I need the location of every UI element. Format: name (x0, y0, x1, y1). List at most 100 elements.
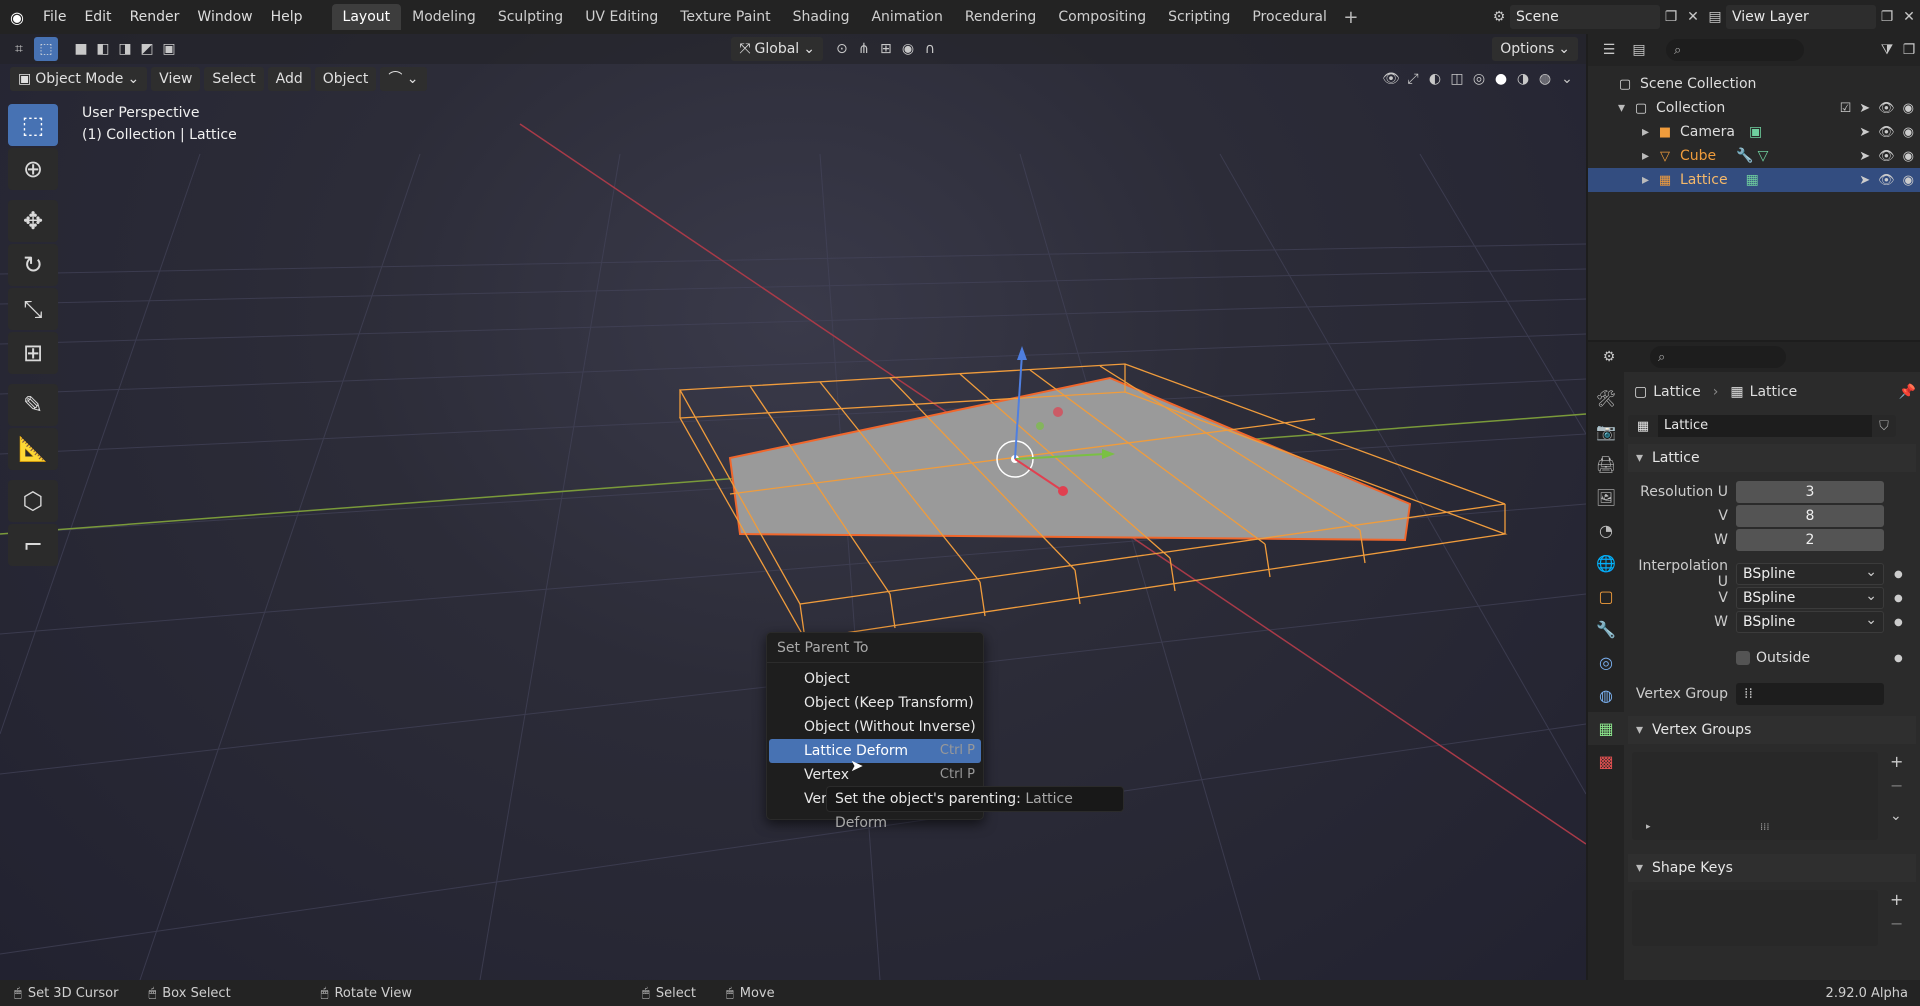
expand-arrow-icon[interactable]: ▸ (1646, 822, 1651, 832)
pin-icon[interactable]: 📌 (1899, 384, 1916, 400)
tab-object-icon[interactable]: ▢ (1588, 580, 1624, 613)
keyframe-dot-icon[interactable]: ● (1894, 653, 1903, 664)
eye-icon[interactable]: 👁 (1878, 101, 1895, 116)
camera-render-icon[interactable]: ◉ (1903, 125, 1914, 140)
eye-icon[interactable]: 👁 (1878, 173, 1895, 188)
overlay-toggle-icon[interactable]: ◐ (1424, 68, 1446, 90)
shading-options-icon[interactable]: ⌄ (1556, 68, 1578, 90)
transform-tool-icon[interactable]: ⊞ (8, 332, 58, 374)
tab-texture-paint[interactable]: Texture Paint (669, 4, 781, 30)
list-resize-handle-icon[interactable]: ⁞⁞⁞ (1760, 822, 1770, 833)
menu-help[interactable]: Help (262, 4, 312, 30)
resolution-v-field[interactable]: 8 (1736, 505, 1884, 527)
panel-shape-keys-header[interactable]: Shape Keys (1628, 854, 1916, 882)
checkbox-icon[interactable]: ☑ (1840, 101, 1852, 116)
camera-render-icon[interactable]: ◉ (1903, 101, 1914, 116)
scene-selector[interactable]: Scene (1510, 5, 1660, 29)
cube-mesh[interactable] (728, 376, 1412, 542)
lattice-data-icon[interactable]: ▦ (1746, 172, 1759, 188)
expand-arrow-icon[interactable]: ▸ (1642, 148, 1656, 164)
outside-checkbox[interactable] (1736, 651, 1750, 665)
expand-arrow-icon[interactable]: ▸ (1642, 124, 1656, 140)
add-cube-tool-icon[interactable]: ⬡ (8, 480, 58, 522)
new-view-layer-icon[interactable]: ❐ (1876, 6, 1898, 28)
add-vertex-group-icon[interactable]: + (1890, 752, 1903, 771)
menu-view[interactable]: View (151, 67, 201, 91)
menu-item-vertex[interactable]: Vertex Ctrl P (769, 763, 981, 787)
tab-particles-icon[interactable]: ◎ (1588, 646, 1624, 679)
editor-type-icon[interactable]: ☰ (1598, 39, 1620, 61)
keyframe-dot-icon[interactable]: ● (1894, 617, 1903, 628)
interpolation-w-dropdown[interactable]: BSpline (1736, 610, 1884, 633)
select-mode-invert-icon[interactable]: ◩ (136, 38, 158, 60)
editor-type-icon[interactable]: ⚙ (1598, 346, 1620, 368)
camera-render-icon[interactable]: ◉ (1903, 173, 1914, 188)
tab-physics-icon[interactable]: ◍ (1588, 679, 1624, 712)
tab-shading[interactable]: Shading (782, 4, 861, 30)
tab-uv-editing[interactable]: UV Editing (574, 4, 669, 30)
gizmo-options-icon[interactable]: ⌒ ⌄ (380, 67, 427, 91)
select-mode-subtract-icon[interactable]: ◨ (114, 38, 136, 60)
select-mode-extend-icon[interactable]: ◧ (92, 38, 114, 60)
solid-shading-icon[interactable]: ● (1490, 68, 1512, 90)
view-layer-icon[interactable]: ▤ (1704, 6, 1726, 28)
transform-orientation-dropdown[interactable]: ⤧ Global ⌄ (731, 37, 823, 61)
interpolation-v-dropdown[interactable]: BSpline (1736, 586, 1884, 609)
panel-vertex-groups-header[interactable]: Vertex Groups (1628, 716, 1916, 744)
select-box-tool-icon[interactable]: ⬚ (8, 104, 58, 146)
new-scene-icon[interactable]: ❐ (1660, 6, 1682, 28)
visibility-icon[interactable]: 👁 (1380, 68, 1402, 90)
panel-lattice-header[interactable]: Lattice (1628, 444, 1916, 472)
filter-icon[interactable]: ⧩ (1876, 39, 1898, 61)
outliner-scene-collection[interactable]: ▢ Scene Collection (1588, 72, 1920, 96)
tab-scripting[interactable]: Scripting (1157, 4, 1241, 30)
tab-layout[interactable]: Layout (331, 4, 402, 30)
tab-texture-icon[interactable]: ▩ (1588, 745, 1624, 778)
delete-view-layer-icon[interactable]: ✕ (1898, 6, 1920, 28)
wireframe-shading-icon[interactable]: ◎ (1468, 68, 1490, 90)
outliner-search-input[interactable]: ⌕ (1666, 39, 1804, 61)
tab-sculpting[interactable]: Sculpting (487, 4, 574, 30)
3d-viewport[interactable] (0, 34, 1586, 980)
tab-world-icon[interactable]: 🌐 (1588, 547, 1624, 580)
tab-procedural[interactable]: Procedural (1241, 4, 1338, 30)
editor-type-icon[interactable]: ⌗ (8, 38, 30, 60)
snap-target-icon[interactable]: ⊞ (875, 38, 897, 60)
interpolation-u-dropdown[interactable]: BSpline (1736, 562, 1884, 585)
tab-lattice-data-icon[interactable]: ▦ (1588, 712, 1624, 745)
menu-item-lattice-deform[interactable]: Lattice Deform Ctrl P (769, 739, 981, 763)
menu-render[interactable]: Render (121, 4, 189, 30)
menu-add[interactable]: Add (267, 67, 311, 91)
annotate-tool-icon[interactable]: ✎ (8, 384, 58, 426)
selectable-icon[interactable]: ➤ (1859, 125, 1870, 140)
material-shading-icon[interactable]: ◑ (1512, 68, 1534, 90)
scene-icon[interactable]: ⚙ (1488, 6, 1510, 28)
vertex-groups-list[interactable] (1632, 752, 1878, 840)
select-mode-new-icon[interactable]: ■ (70, 38, 92, 60)
new-collection-icon[interactable]: ❐ (1898, 39, 1920, 61)
cursor-tool-icon[interactable]: ⊕ (8, 148, 58, 190)
snap-magnet-icon[interactable]: ⋔ (853, 38, 875, 60)
modifier-icon[interactable]: 🔧 (1736, 148, 1753, 164)
add-workspace-icon[interactable]: + (1338, 7, 1364, 28)
menu-file[interactable]: File (34, 4, 75, 30)
select-mode-intersect-icon[interactable]: ▣ (158, 38, 180, 60)
rotate-tool-icon[interactable]: ↻ (8, 244, 58, 286)
camera-data-icon[interactable]: ▣ (1749, 124, 1762, 140)
pivot-point-icon[interactable]: ⊙ (831, 38, 853, 60)
selectable-icon[interactable]: ➤ (1859, 101, 1870, 116)
tab-tool-icon[interactable]: 🛠 (1588, 382, 1624, 415)
tab-scene-icon[interactable]: ◔ (1588, 514, 1624, 547)
view-layer-selector[interactable]: View Layer (1726, 5, 1876, 29)
blender-logo-icon[interactable]: ◉ (0, 0, 34, 34)
expand-arrow-icon[interactable]: ▾ (1618, 100, 1632, 116)
tab-compositing[interactable]: Compositing (1047, 4, 1157, 30)
menu-item-object-keep-transform[interactable]: Object (Keep Transform) (769, 691, 981, 715)
tab-view-layer-icon[interactable]: 🖼 (1588, 481, 1624, 514)
mode-dropdown[interactable]: ▣ Object Mode ⌄ (10, 67, 148, 91)
add-shape-key-icon[interactable]: + (1890, 890, 1903, 909)
resolution-u-field[interactable]: 3 (1736, 481, 1884, 503)
tab-render-icon[interactable]: 📷 (1588, 415, 1624, 448)
keyframe-dot-icon[interactable]: ● (1894, 593, 1903, 604)
menu-item-object[interactable]: Object (769, 667, 981, 691)
